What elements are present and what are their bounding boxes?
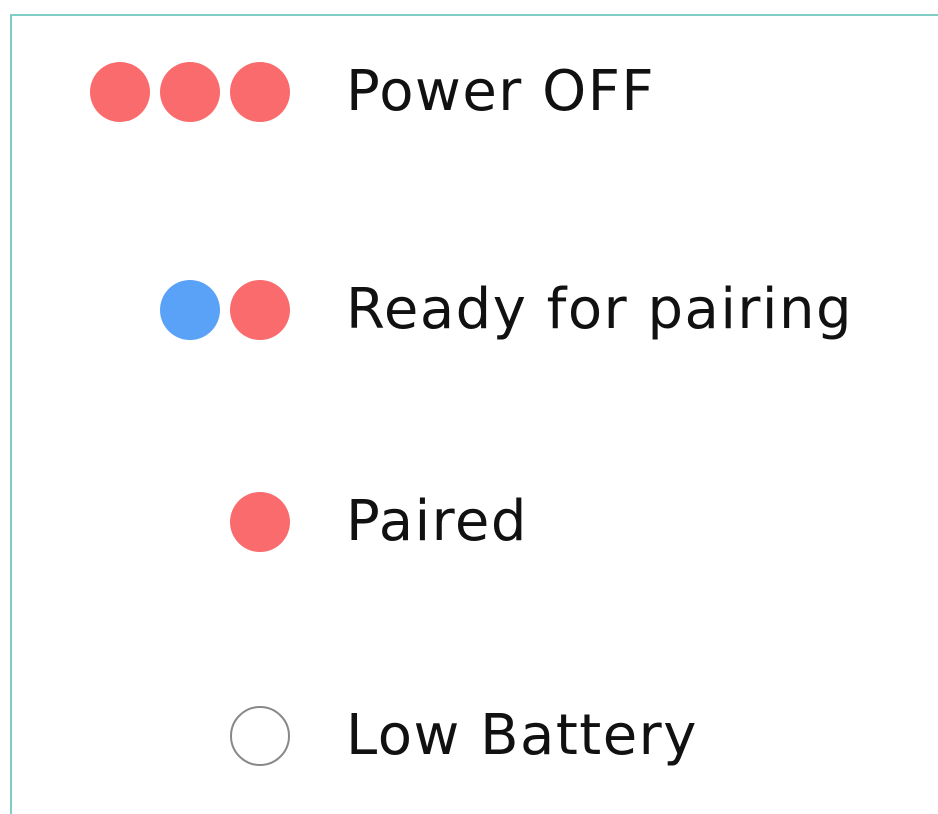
led-indicator-group [230,706,290,766]
led-red-icon [230,492,290,552]
led-off-icon [230,706,290,766]
state-row-low-battery: Low Battery [0,706,938,766]
led-red-icon [230,62,290,122]
led-indicator-group [160,280,290,340]
state-label: Low Battery [346,703,698,768]
legend-panel [10,14,938,814]
state-label: Power OFF [346,59,656,124]
led-red-icon [230,280,290,340]
state-label: Ready for pairing [346,277,853,342]
led-indicator-group [230,492,290,552]
led-red-icon [90,62,150,122]
state-label: Paired [346,489,528,554]
led-blue-icon [160,280,220,340]
led-indicator-group [90,62,290,122]
state-row-paired: Paired [0,492,938,552]
led-red-icon [160,62,220,122]
state-row-ready-for-pairing: Ready for pairing [0,280,938,340]
state-row-power-off: Power OFF [0,62,938,122]
